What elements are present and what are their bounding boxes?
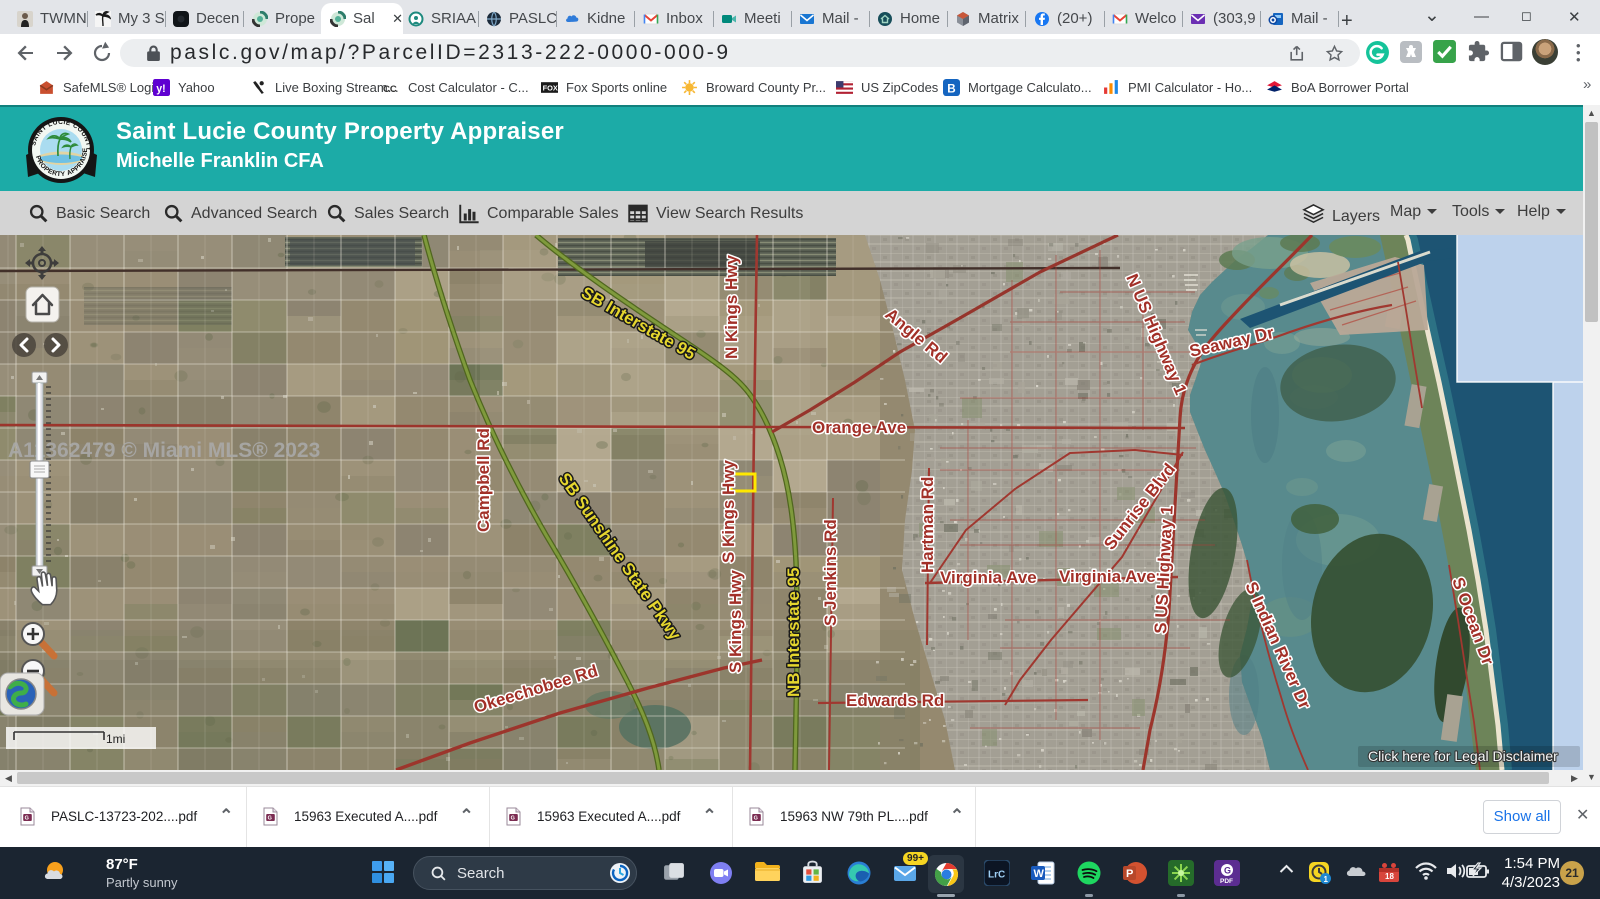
svg-text:Click here for Legal Disclaime: Click here for Legal Disclaimer bbox=[1368, 748, 1558, 764]
svg-text:N Kings Hwy: N Kings Hwy bbox=[722, 255, 741, 359]
svg-text:G: G bbox=[754, 815, 758, 821]
svg-text:W: W bbox=[1034, 868, 1045, 880]
svg-text:G: G bbox=[511, 815, 515, 821]
svg-text:Virginia Ave: Virginia Ave bbox=[940, 568, 1037, 587]
svg-text:G: G bbox=[268, 815, 272, 821]
svg-text:P: P bbox=[1126, 868, 1133, 880]
svg-text:Hartman Rd: Hartman Rd bbox=[918, 477, 937, 573]
svg-text:1mi: 1mi bbox=[106, 732, 125, 746]
svg-text:18: 18 bbox=[1385, 872, 1394, 881]
svg-text:G: G bbox=[1224, 866, 1231, 876]
svg-text:S Kings Hwy: S Kings Hwy bbox=[726, 569, 745, 673]
svg-text:S Jenkins Rd: S Jenkins Rd bbox=[821, 519, 840, 626]
svg-text:Virginia Ave: Virginia Ave bbox=[1059, 567, 1156, 586]
svg-text:1: 1 bbox=[1324, 875, 1329, 884]
svg-text:y!: y! bbox=[156, 82, 165, 94]
svg-text:NB Interstate 95: NB Interstate 95 bbox=[784, 568, 803, 697]
svg-text:Edwards Rd: Edwards Rd bbox=[846, 691, 944, 710]
svg-text:S Kings Hwy: S Kings Hwy bbox=[719, 459, 738, 563]
svg-text:B: B bbox=[947, 82, 955, 95]
svg-text:Campbell Rd: Campbell Rd bbox=[474, 428, 493, 532]
svg-text:A11362479 © Miami MLS® 2023: A11362479 © Miami MLS® 2023 bbox=[8, 439, 320, 462]
svg-text:FOX: FOX bbox=[543, 83, 558, 92]
svg-text:PDF: PDF bbox=[1220, 878, 1233, 885]
svg-text:LrC: LrC bbox=[988, 870, 1005, 881]
svg-text:G: G bbox=[25, 815, 29, 821]
svg-text:Orange Ave: Orange Ave bbox=[812, 418, 906, 437]
svg-text:CC: CC bbox=[383, 83, 397, 94]
